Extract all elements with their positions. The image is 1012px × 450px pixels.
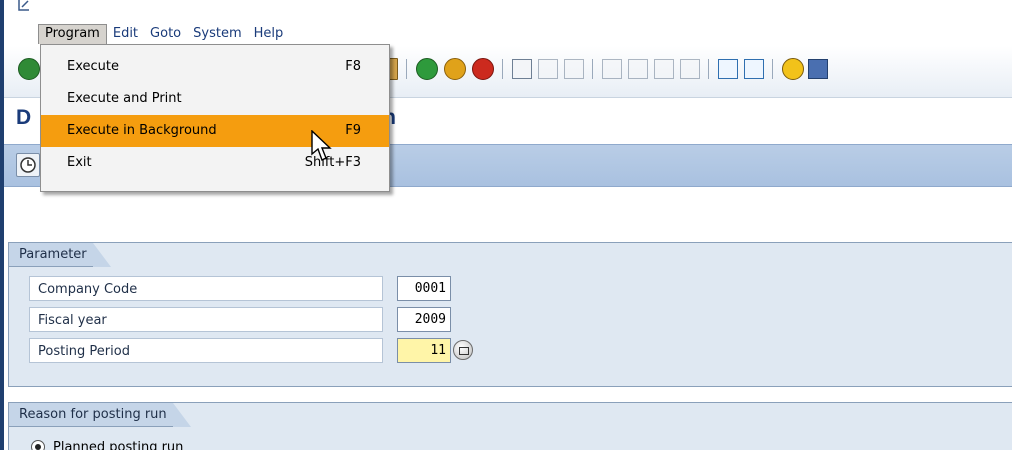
menu-item-execute-and-print[interactable]: Execute and Print	[41, 83, 389, 115]
fiscal-year-label: Fiscal year	[29, 307, 383, 332]
find-icon[interactable]	[538, 59, 558, 79]
planned-posting-run-label: Planned posting run	[53, 439, 184, 450]
program-menu-dropdown: Execute F8 Execute and Print Execute in …	[40, 44, 390, 192]
first-page-icon[interactable]	[602, 59, 622, 79]
menu-bar: Program Edit Goto System Help	[4, 0, 1012, 46]
last-page-icon[interactable]	[680, 59, 700, 79]
menu-item-execute-in-background-shortcut: F9	[345, 123, 361, 138]
radio-button-icon[interactable]	[31, 440, 45, 450]
menu-item-exit-label: Exit	[67, 155, 92, 170]
cancel-icon[interactable]	[472, 58, 494, 80]
help-icon[interactable]	[782, 58, 804, 80]
menu-corner-icon[interactable]	[18, 0, 30, 11]
mouse-cursor-icon	[311, 130, 332, 161]
exit-icon[interactable]	[444, 58, 466, 80]
value-help-icon[interactable]	[453, 340, 473, 360]
menu-program[interactable]: Program	[38, 24, 107, 44]
enter-icon[interactable]	[18, 58, 40, 80]
toolbar-separator	[406, 59, 407, 79]
previous-page-icon[interactable]	[628, 59, 648, 79]
parameter-group-title: Parameter	[9, 243, 111, 267]
find-next-icon[interactable]	[564, 59, 584, 79]
page-title-start: D	[16, 106, 32, 129]
posting-period-row: Posting Period 11	[29, 338, 473, 363]
menu-edit[interactable]: Edit	[107, 24, 144, 44]
company-code-label: Company Code	[29, 276, 383, 301]
posting-period-label: Posting Period	[29, 338, 383, 363]
shortcut-icon[interactable]	[744, 59, 764, 79]
menu-item-execute-in-background[interactable]: Execute in Background F9	[41, 115, 389, 147]
reason-group-title: Reason for posting run	[9, 403, 191, 427]
back-icon[interactable]	[416, 58, 438, 80]
reason-group: Reason for posting run Planned posting r…	[8, 402, 1012, 450]
planned-posting-run-option[interactable]: Planned posting run	[31, 437, 183, 450]
toolbar-separator	[592, 59, 593, 79]
content-spacer	[4, 187, 1012, 242]
posting-period-input[interactable]: 11	[397, 338, 451, 363]
toolbar-separator	[502, 59, 503, 79]
menu-item-exit[interactable]: Exit Shift+F3	[41, 147, 389, 179]
company-code-input[interactable]: 0001	[397, 276, 451, 301]
menu-item-execute-in-background-label: Execute in Background	[67, 123, 217, 138]
toolbar-separator	[772, 59, 773, 79]
execute-background-button[interactable]	[16, 153, 40, 177]
fiscal-year-input[interactable]: 2009	[397, 307, 451, 332]
parameter-group: Parameter Company Code 0001 Fiscal year …	[8, 242, 1012, 387]
menu-system[interactable]: System	[187, 24, 247, 44]
new-session-icon[interactable]	[718, 59, 738, 79]
menu-item-execute-shortcut: F8	[345, 59, 361, 74]
menu-item-execute-and-print-label: Execute and Print	[67, 91, 182, 106]
menu-help[interactable]: Help	[248, 24, 290, 44]
menu-goto[interactable]: Goto	[144, 24, 187, 44]
toolbar-separator	[708, 59, 709, 79]
fiscal-year-row: Fiscal year 2009	[29, 307, 459, 332]
menu-items: Program Edit Goto System Help	[38, 24, 289, 44]
layout-menu-icon[interactable]	[808, 59, 828, 79]
clock-icon	[20, 157, 36, 173]
menu-item-execute-label: Execute	[67, 59, 119, 74]
menu-item-execute[interactable]: Execute F8	[41, 51, 389, 83]
next-page-icon[interactable]	[654, 59, 674, 79]
print-icon[interactable]	[512, 59, 532, 79]
company-code-row: Company Code 0001	[29, 276, 459, 301]
